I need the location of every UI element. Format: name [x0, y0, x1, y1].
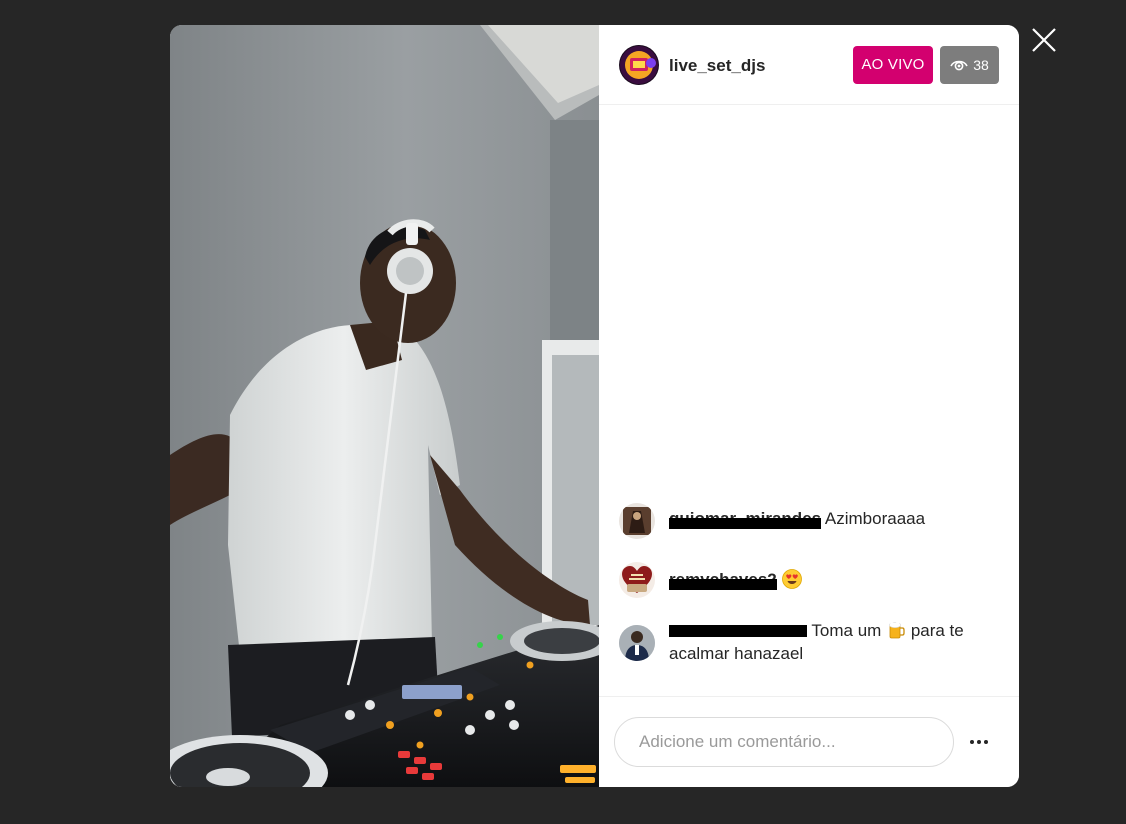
comment-composer: [599, 696, 1019, 787]
live-video-frame: [170, 25, 599, 787]
host-avatar[interactable]: [619, 45, 659, 85]
commenter-avatar[interactable]: [619, 503, 655, 539]
heart-eyes-emoji: [781, 569, 802, 589]
live-modal: live_set_djs AO VIVO 38 Azimboraaaa Toma…: [170, 25, 1019, 787]
more-options-button[interactable]: [967, 730, 991, 754]
modal-backdrop[interactable]: live_set_djs AO VIVO 38 Azimboraaaa Toma…: [0, 0, 1126, 824]
live-side-panel: live_set_djs AO VIVO 38 Azimboraaaa Toma…: [599, 25, 1019, 787]
beer-mug-emoji: [889, 621, 905, 639]
viewer-count-badge: 38: [940, 46, 999, 84]
more-options-icon: [970, 740, 988, 744]
commenter-avatar-image: [619, 503, 655, 539]
comment-text: Azimboraaaa: [824, 509, 926, 528]
live-video[interactable]: [170, 25, 599, 787]
commenter-avatar[interactable]: [619, 562, 655, 598]
close-icon: [1032, 28, 1056, 52]
redacted-username: [669, 624, 807, 637]
host-avatar-image: [619, 45, 659, 85]
comment-text-before: Toma um: [811, 621, 882, 640]
viewer-count: 38: [973, 57, 989, 73]
comment-username[interactable]: guiomar_mirandes: [669, 509, 822, 529]
commenter-avatar-image: [619, 562, 655, 598]
host-username[interactable]: live_set_djs: [669, 56, 765, 76]
commenter-avatar[interactable]: [619, 625, 655, 661]
comment-input[interactable]: [614, 717, 954, 767]
comment-username[interactable]: remychaves2: [669, 570, 777, 590]
live-header: live_set_djs AO VIVO 38: [599, 25, 1019, 105]
eye-icon: [950, 60, 968, 71]
commenter-avatar-image: [619, 625, 655, 661]
close-button[interactable]: [1030, 26, 1058, 54]
live-badge: AO VIVO: [853, 46, 933, 84]
